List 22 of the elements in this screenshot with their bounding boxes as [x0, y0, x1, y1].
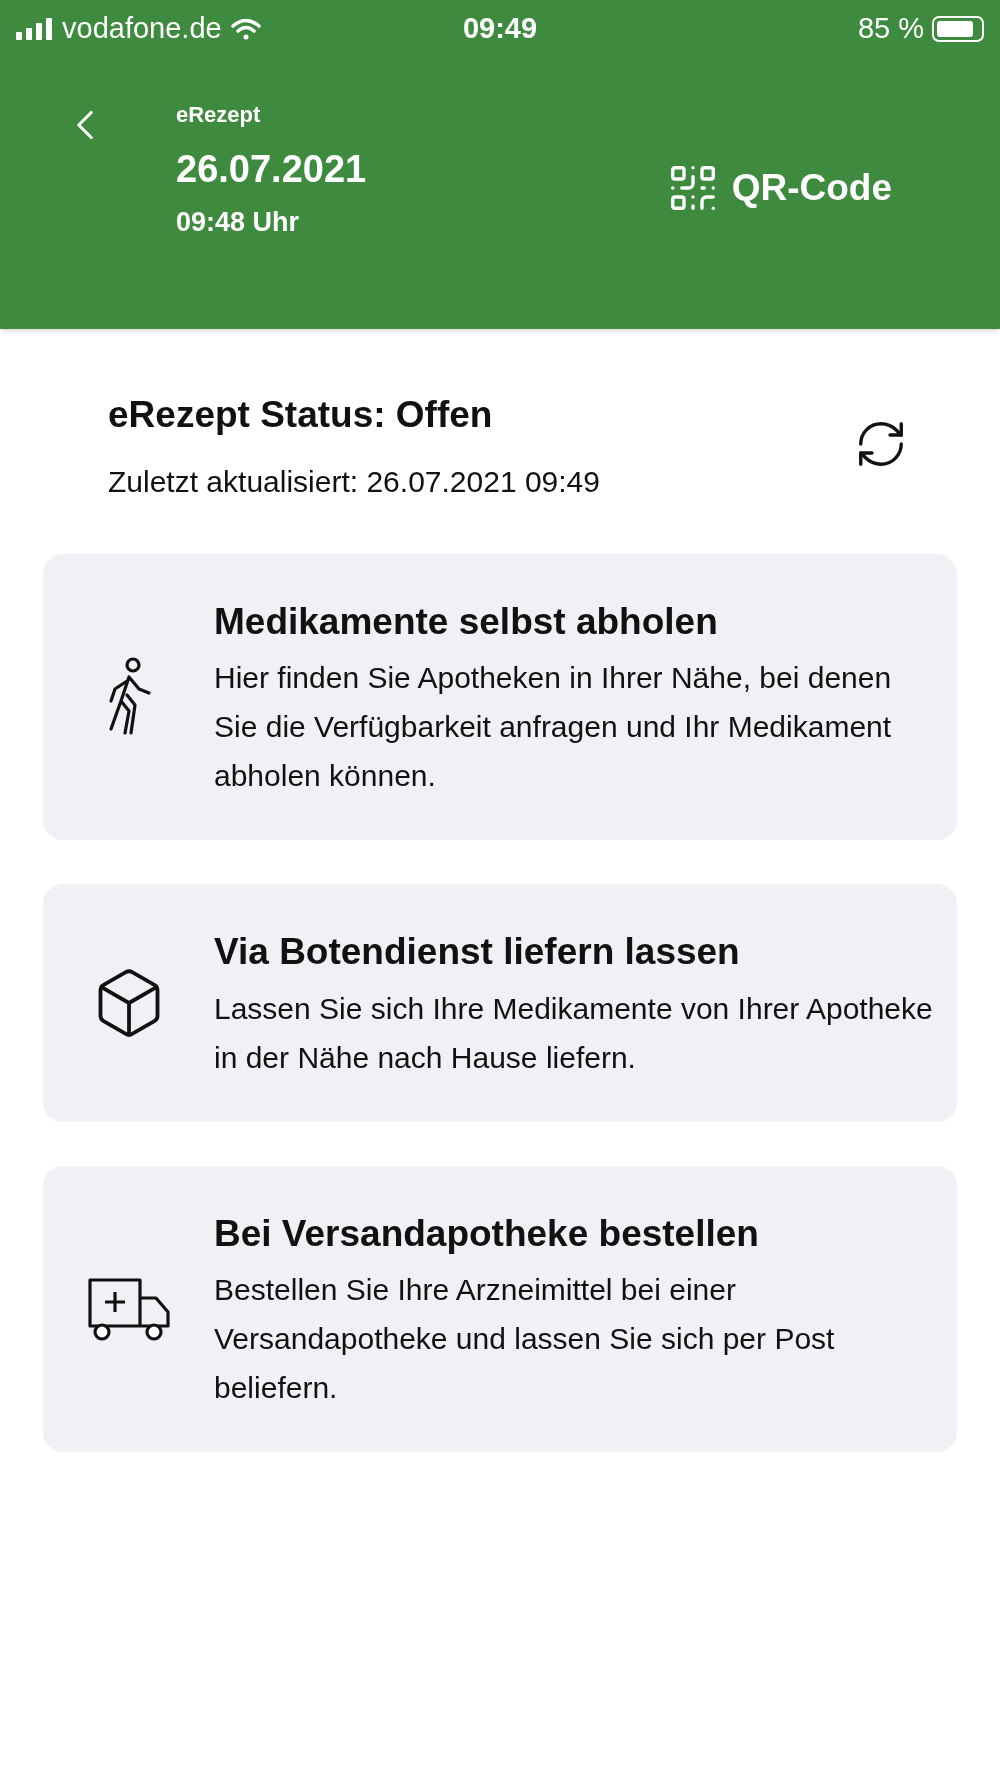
option-description: Bestellen Sie Ihre Arzneimittel bei einer Versandapotheke und lassen Sie sich per Post beliefern. — [214, 1272, 836, 1406]
option-title: Via Botendienst liefern lassen — [214, 930, 741, 974]
wifi-icon — [229, 17, 262, 41]
carrier-name: vodafone.de — [62, 11, 222, 47]
status-title: eRezept Status: Offen — [108, 393, 494, 437]
clock-time: 09:49 — [461, 11, 539, 47]
battery-icon — [932, 16, 984, 42]
truck-icon — [85, 1275, 172, 1342]
option-title: Medikamente selbst abholen — [214, 599, 719, 644]
signal-icon — [16, 18, 54, 40]
last-updated-text: Zuletzt aktualisiert: 26.07.2021 09:49 — [108, 463, 601, 500]
battery-percentage: 85 % — [857, 11, 924, 47]
option-title: Bei Versandapotheke bestellen — [214, 1211, 760, 1256]
header-label: eRezept — [176, 101, 262, 129]
prescription-date: 26.07.2021 — [176, 147, 368, 192]
option-card[interactable]: Via Botendienst liefern lassen Lassen Sie sich Ihre Medikamente von Ihrer Apotheke in der Nähe nach Hause liefern. — [43, 884, 957, 1122]
option-card[interactable]: Bei Versandapotheke bestellen Bestellen Sie Ihre Arzneimittel bei einer Versandapotheke und lassen Sie sich per Post beliefern. — [43, 1165, 957, 1452]
option-card[interactable]: Medikamente selbst abholen Hier finden Sie Apotheken in Ihrer Nähe, bei denen Sie die Verfügbarkeit anfragen und Ihr Medikament abholen können. — [43, 553, 957, 840]
option-description: Lassen Sie sich Ihre Medikamente von Ihrer Apotheke in der Nähe nach Hause liefern. — [214, 990, 934, 1076]
prescription-time: 09:48 Uhr — [176, 206, 301, 239]
option-description: Hier finden Sie Apotheken in Ihrer Nähe, bei denen Sie die Verfügbarkeit anfragen und Ihr Medikament abholen können. — [214, 660, 893, 794]
qr-code-button[interactable]: QR-Code — [665, 160, 892, 216]
